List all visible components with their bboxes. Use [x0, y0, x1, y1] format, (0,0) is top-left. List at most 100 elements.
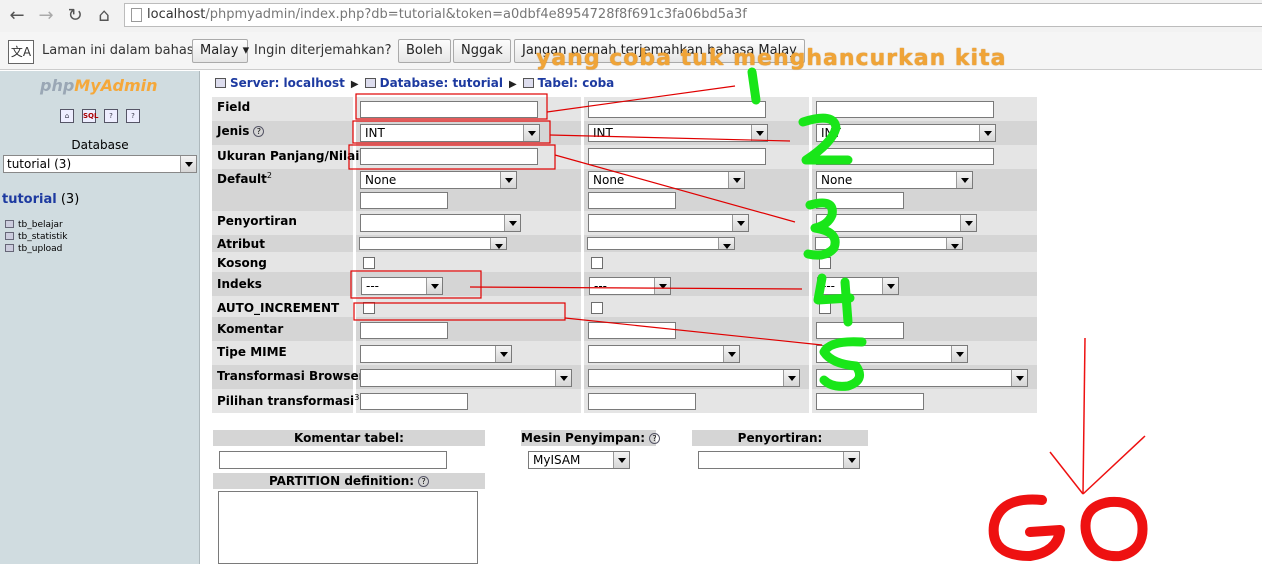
breadcrumb-table[interactable]: Tabel: coba: [538, 76, 615, 90]
default-value-input[interactable]: [816, 192, 904, 209]
auto-increment-checkbox[interactable]: [591, 302, 603, 314]
reload-icon[interactable]: ↻: [63, 4, 87, 28]
field-name-input[interactable]: [360, 101, 538, 118]
type-select[interactable]: INT: [816, 124, 996, 142]
index-select[interactable]: ---: [361, 277, 443, 295]
back-arrow-icon[interactable]: ←: [5, 4, 29, 28]
auto-increment-checkbox[interactable]: [819, 302, 831, 314]
table-comment-input[interactable]: [219, 451, 447, 469]
label-tipe-mime: Tipe MIME: [217, 345, 287, 359]
storage-engine-select[interactable]: MyISAM: [528, 451, 630, 469]
transformation-select[interactable]: [816, 369, 1028, 387]
table-icon: [5, 220, 14, 228]
field-definition-table: Field Jenis? Ukuran Panjang/Nilai*1 Defa…: [212, 97, 1037, 413]
help-icon[interactable]: ?: [649, 433, 661, 444]
breadcrumb-server[interactable]: Server: localhost: [230, 76, 345, 90]
annotation-number-1: [747, 67, 761, 105]
index-select[interactable]: ---: [589, 277, 671, 295]
sql-icon[interactable]: SQL: [82, 109, 98, 123]
label-jenis: Jenis?: [217, 124, 265, 138]
documentation-icon[interactable]: ?: [126, 109, 140, 123]
label-komentar: Komentar: [217, 322, 284, 336]
forward-arrow-icon[interactable]: →: [34, 4, 58, 28]
annotation-caption: yang coba tuk menghancurkan kita: [536, 46, 1007, 71]
default-value-input[interactable]: [588, 192, 676, 209]
column-divider: [353, 97, 356, 413]
field-name-input[interactable]: [816, 101, 994, 118]
attribute-select[interactable]: [815, 237, 963, 250]
address-bar[interactable]: localhost/phpmyadmin/index.php?db=tutori…: [124, 3, 1262, 27]
label-transformasi: Transformasi Browser: [217, 369, 365, 383]
comment-input[interactable]: [816, 322, 904, 339]
mime-select[interactable]: [816, 345, 968, 363]
auto-increment-checkbox[interactable]: [363, 302, 375, 314]
breadcrumb: Server: localhost ▶ Database: tutorial ▶ Tab…: [215, 76, 614, 90]
storage-engine-header: Mesin Penyimpan:?: [521, 430, 661, 446]
partition-definition-textarea[interactable]: [218, 491, 478, 564]
label-field: Field: [217, 100, 251, 114]
breadcrumb-arrow-icon: ▶: [350, 79, 359, 90]
go-arrow: [1082, 337, 1086, 495]
table-collation-select[interactable]: [698, 451, 860, 469]
help-icon[interactable]: ?: [253, 126, 265, 137]
query-window-icon[interactable]: ?: [104, 109, 118, 123]
column-divider: [581, 97, 584, 413]
length-input[interactable]: [816, 148, 994, 165]
label-ukuran: Ukuran Panjang/Nilai*1: [217, 148, 368, 163]
annotation-go-letter-g: [988, 494, 1065, 561]
home-icon[interactable]: ⌂: [92, 4, 116, 28]
breadcrumb-database[interactable]: Database: tutorial: [380, 76, 503, 90]
length-input[interactable]: [360, 148, 538, 165]
table-link[interactable]: tb_belajar: [5, 220, 63, 230]
transformation-options-input[interactable]: [588, 393, 696, 410]
transformation-options-input[interactable]: [816, 393, 924, 410]
transformation-select[interactable]: [588, 369, 800, 387]
transformation-options-input[interactable]: [360, 393, 468, 410]
length-input[interactable]: [588, 148, 766, 165]
default-select[interactable]: None: [816, 171, 973, 189]
database-icon: [364, 78, 376, 88]
url-text: localhost/phpmyadmin/index.php?db=tutori…: [147, 7, 747, 22]
database-title[interactable]: tutorial (3): [2, 192, 79, 207]
navigation-frame: phpMyAdmin ⌂ SQL ? ? Database tutorial (…: [0, 71, 200, 564]
index-select[interactable]: ---: [817, 277, 899, 295]
go-arrow: [1049, 451, 1084, 495]
database-select[interactable]: tutorial (3): [3, 155, 197, 173]
mime-select[interactable]: [360, 345, 512, 363]
translate-question: Ingin diterjemahkan?: [254, 43, 392, 58]
breadcrumb-arrow-icon: ▶: [508, 79, 517, 90]
table-link[interactable]: tb_statistik: [5, 232, 67, 242]
translate-yes-button[interactable]: Boleh: [398, 39, 451, 63]
type-select[interactable]: INT: [588, 124, 768, 142]
translate-icon: 文A: [8, 40, 34, 64]
transformation-select[interactable]: [360, 369, 572, 387]
default-select[interactable]: None: [588, 171, 745, 189]
translate-no-button[interactable]: Nggak: [453, 39, 511, 63]
type-select[interactable]: INT: [360, 124, 540, 142]
comment-input[interactable]: [360, 322, 448, 339]
help-icon[interactable]: ?: [418, 476, 430, 487]
browser-toolbar: ← → ↻ ⌂ localhost/phpmyadmin/index.php?d…: [0, 0, 1262, 32]
row-kosong: [212, 252, 1037, 272]
null-checkbox[interactable]: [819, 257, 831, 269]
collation-select[interactable]: [360, 214, 521, 232]
home-icon[interactable]: ⌂: [60, 109, 74, 123]
label-kosong: Kosong: [217, 256, 267, 270]
attribute-select[interactable]: [359, 237, 507, 250]
translate-prefix: Laman ini dalam bahasa: [42, 43, 202, 58]
mime-select[interactable]: [588, 345, 740, 363]
language-dropdown[interactable]: Malay ▾: [192, 39, 249, 63]
null-checkbox[interactable]: [591, 257, 603, 269]
collation-select[interactable]: [816, 214, 977, 232]
default-value-input[interactable]: [360, 192, 448, 209]
attribute-select[interactable]: [587, 237, 735, 250]
label-atribut: Atribut: [217, 237, 265, 251]
comment-input[interactable]: [588, 322, 676, 339]
null-checkbox[interactable]: [363, 257, 375, 269]
field-name-input[interactable]: [588, 101, 766, 118]
default-select[interactable]: None: [360, 171, 517, 189]
phpmyadmin-logo[interactable]: phpMyAdmin: [40, 76, 158, 95]
table-link[interactable]: tb_upload: [5, 244, 62, 254]
collation-select[interactable]: [588, 214, 749, 232]
table-icon: [522, 78, 534, 88]
